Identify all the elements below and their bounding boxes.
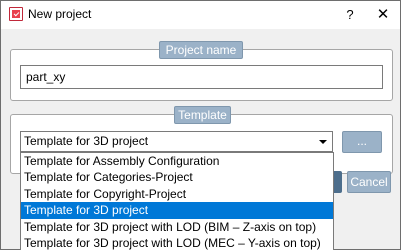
close-button[interactable]: ✕	[373, 5, 393, 25]
dropdown-item[interactable]: Template for Assembly Configuration	[21, 153, 333, 169]
dropdown-item[interactable]: Template for Categories-Project	[21, 169, 333, 185]
title-bar: New project ? ✕	[1, 1, 400, 29]
dropdown-item[interactable]: Template for 3D project with LOD (BIM – …	[21, 219, 333, 235]
dropdown-item[interactable]: Template for 3D project with LOD (MEC – …	[21, 235, 333, 250]
template-combobox[interactable]: Template for 3D project	[20, 131, 333, 152]
help-button[interactable]: ?	[340, 5, 360, 25]
app-icon	[9, 7, 23, 21]
dropdown-item[interactable]: Template for Copyright-Project	[21, 186, 333, 202]
template-legend: Template	[174, 106, 231, 124]
project-name-input[interactable]: part_xy	[20, 65, 383, 89]
new-project-dialog: New project ? ✕ Project name part_xy Tem…	[0, 0, 401, 250]
ok-button[interactable]	[334, 171, 342, 193]
template-dropdown-list: Template for Assembly Configuration Temp…	[20, 152, 334, 250]
template-combobox-value: Template for 3D project	[24, 134, 149, 148]
dropdown-item-selected[interactable]: Template for 3D project	[21, 202, 333, 219]
cancel-button[interactable]: Cancel	[347, 171, 391, 193]
chevron-down-icon[interactable]	[315, 132, 331, 151]
browse-button[interactable]: ...	[342, 131, 382, 153]
window-title: New project	[28, 7, 92, 21]
project-name-legend: Project name	[159, 41, 243, 59]
